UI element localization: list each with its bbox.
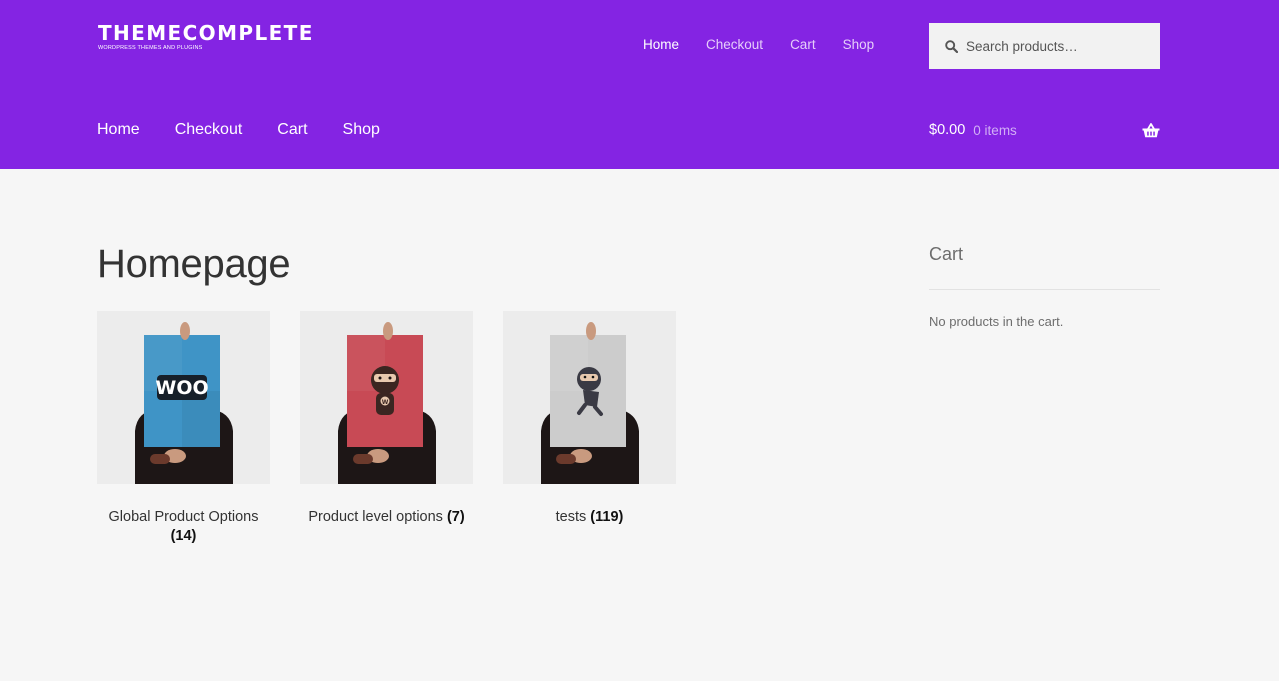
product-search[interactable] xyxy=(929,23,1160,69)
category-image-ninja-poster xyxy=(503,311,676,484)
category-name: Product level options xyxy=(308,509,443,525)
category-card-product-level-options[interactable]: W Product level options (7) xyxy=(300,311,473,546)
site-title: THEMECOMPLETE xyxy=(98,21,314,45)
search-input[interactable] xyxy=(966,38,1146,54)
header-cart-link[interactable]: $0.00 0 items xyxy=(929,119,1160,141)
category-name: tests xyxy=(555,509,587,525)
page-title: Homepage xyxy=(97,242,291,286)
basket-icon xyxy=(1142,122,1160,138)
category-image-ninja-poster: W xyxy=(300,311,473,484)
category-title: tests (119) xyxy=(503,508,676,527)
primary-navigation: Home Checkout Cart Shop xyxy=(97,119,415,141)
main-nav-shop[interactable]: Shop xyxy=(343,119,380,141)
category-card-tests[interactable]: tests (119) xyxy=(503,311,676,546)
site-header: THEMECOMPLETE WORDPRESS THEMES AND PLUGI… xyxy=(0,0,1279,169)
category-title: Product level options (7) xyxy=(300,508,473,527)
secondary-navigation: Home Checkout Cart Shop xyxy=(643,36,901,54)
main-nav-cart[interactable]: Cart xyxy=(277,119,307,141)
category-title: Global Product Options (14) xyxy=(97,508,270,546)
top-nav-shop[interactable]: Shop xyxy=(843,36,875,54)
category-card-global-product-options[interactable]: WOO Global Product Options (14) xyxy=(97,311,270,546)
divider xyxy=(929,289,1160,290)
main-nav-checkout[interactable]: Checkout xyxy=(175,119,243,141)
poster-text: WOO xyxy=(155,377,208,399)
category-count: (7) xyxy=(446,509,465,525)
poster-text: W xyxy=(382,399,389,406)
cart-widget-title: Cart xyxy=(929,244,964,264)
category-name: Global Product Options xyxy=(108,509,259,525)
product-category-grid: WOO Global Product Options (14) W Produc… xyxy=(97,311,706,546)
top-nav-checkout[interactable]: Checkout xyxy=(706,36,763,54)
cart-amount: $0.00 xyxy=(929,122,966,138)
category-count: (119) xyxy=(590,509,624,525)
cart-item-count: 0 items xyxy=(973,122,1017,138)
top-nav-cart[interactable]: Cart xyxy=(790,36,816,54)
category-count: (14) xyxy=(170,528,197,544)
main-nav-home[interactable]: Home xyxy=(97,119,140,141)
site-logo[interactable]: THEMECOMPLETE WORDPRESS THEMES AND PLUGI… xyxy=(98,22,328,56)
search-icon xyxy=(945,39,958,53)
top-nav-home[interactable]: Home xyxy=(643,36,679,54)
site-tagline: WORDPRESS THEMES AND PLUGINS xyxy=(98,45,203,51)
cart-empty-message: No products in the cart. xyxy=(929,314,1064,329)
category-image-woo-poster: WOO xyxy=(97,311,270,484)
